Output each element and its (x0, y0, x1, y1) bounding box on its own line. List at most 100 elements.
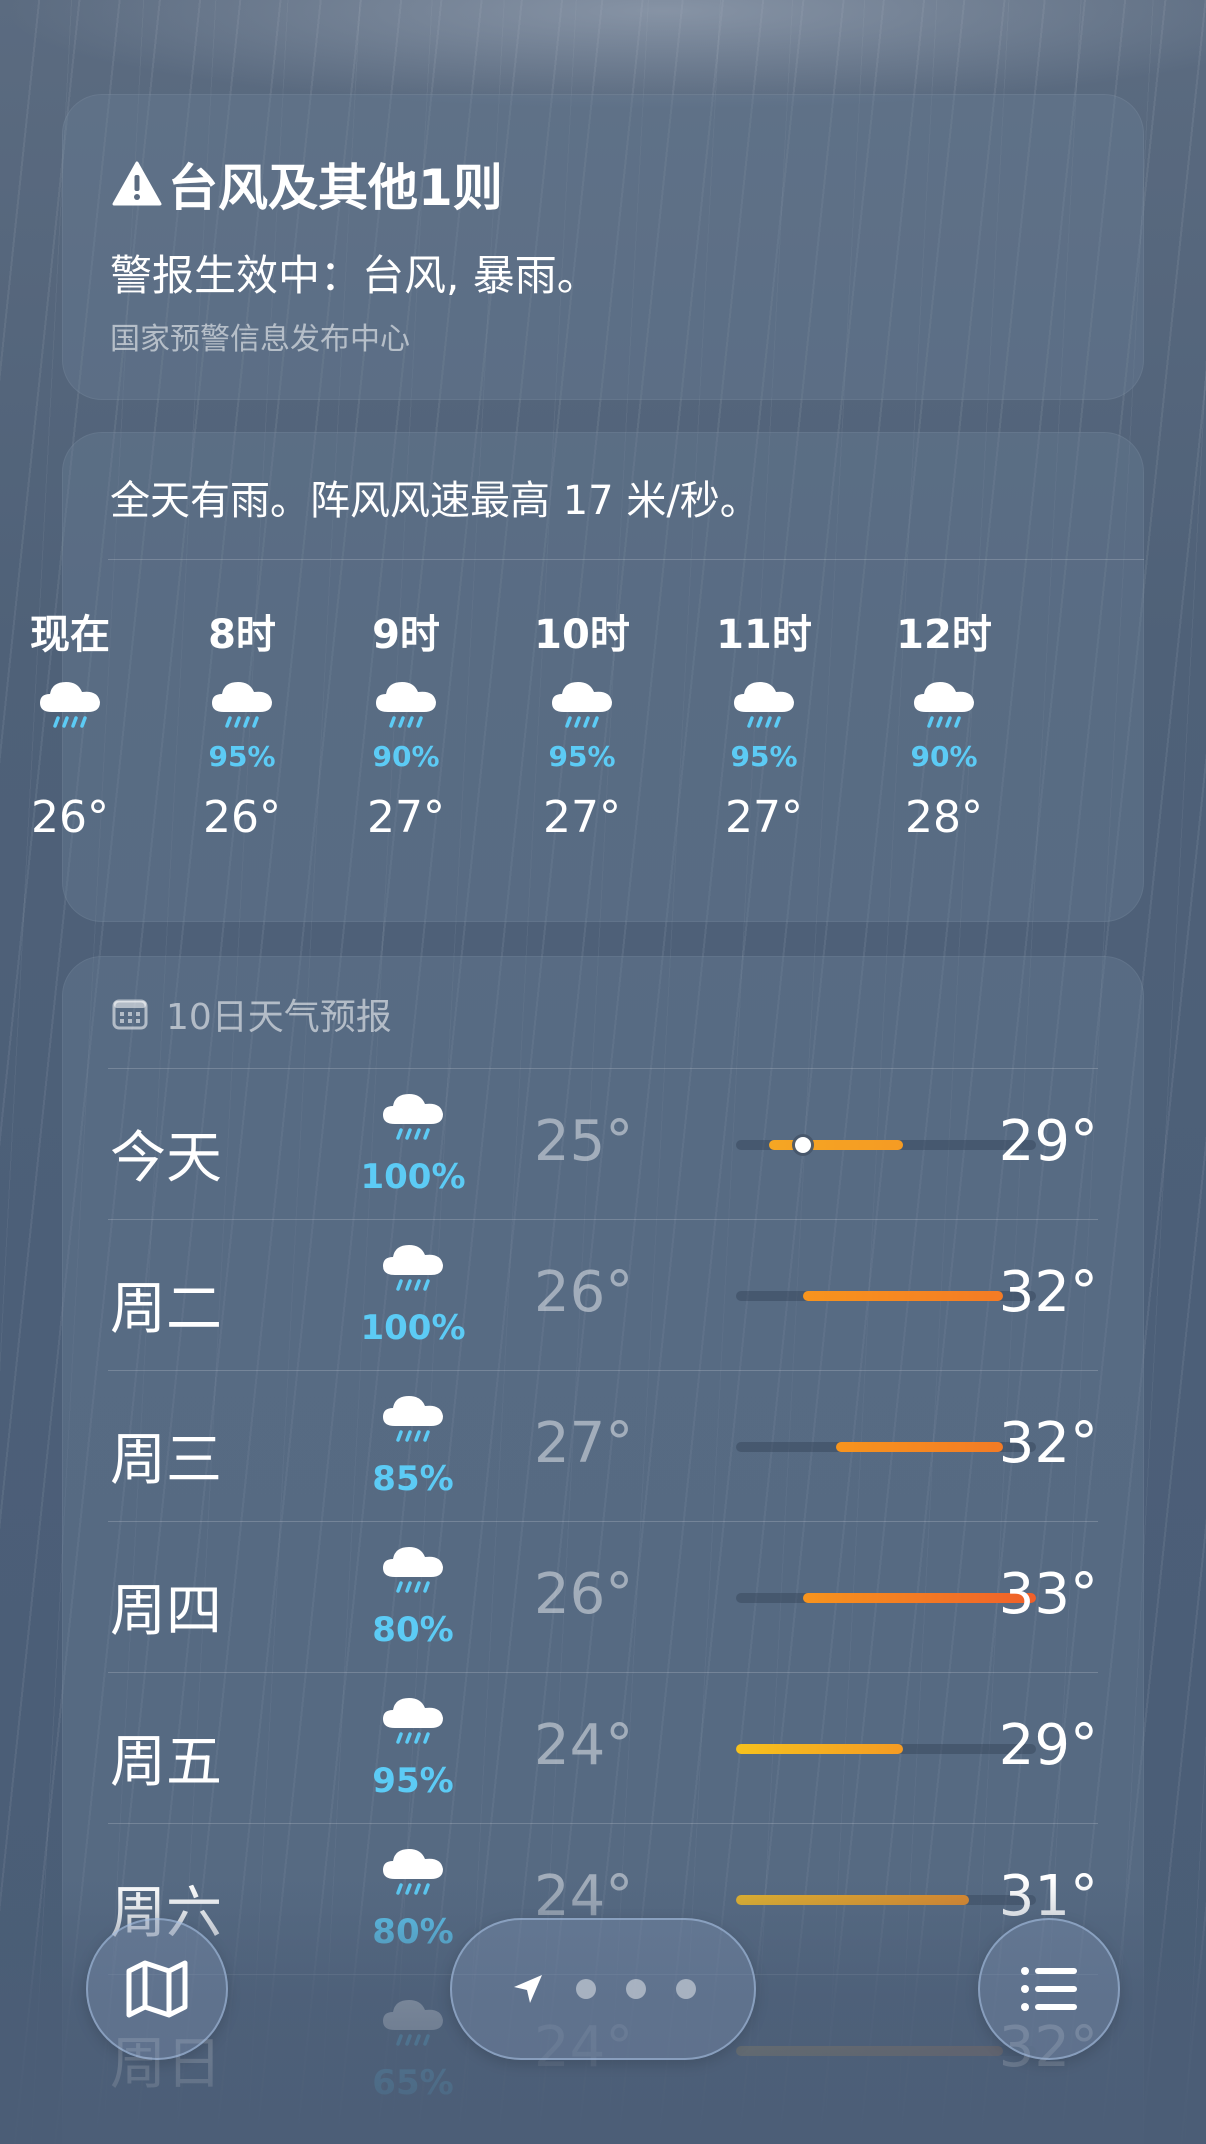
hourly-forecast-card[interactable]: 全天有雨。阵风风速最高 17 米/秒。 现在 26° 8时 95% 26° 9时 (30, 432, 1144, 922)
day-icon-wrap: 95% (348, 1691, 478, 1811)
day-name: 今天 (110, 1126, 222, 1191)
hour-icon-wrap: 90% (326, 678, 486, 778)
location-pager[interactable] (450, 1918, 756, 2060)
hour-icon-wrap: 90% (864, 678, 1024, 778)
current-temp-marker (794, 1137, 811, 1153)
cloud-rain-icon (383, 1396, 443, 1442)
hour-temp: 27° (725, 792, 803, 843)
day-low-temp: 26° (534, 1562, 634, 1627)
day-high-temp: 29° (998, 1109, 1098, 1174)
hour-label: 8时 (208, 612, 276, 658)
day-low-temp: 24° (534, 1713, 634, 1778)
cloud-rain-icon (383, 1698, 443, 1744)
hour-item: 12时 90% 28° (864, 602, 1024, 843)
day-precip: 95% (372, 1761, 454, 1801)
cloud-rain-icon (383, 1245, 443, 1291)
hour-label: 11时 (716, 612, 812, 658)
day-high-temp: 32° (998, 1260, 1098, 1325)
cloud-rain-icon (383, 1547, 443, 1593)
alert-source: 国家预警信息发布中心 (110, 322, 410, 357)
temp-range-bar (736, 1744, 903, 1754)
hour-label: 10时 (534, 612, 630, 658)
page-dot[interactable] (626, 1979, 646, 1999)
cloud-rain-icon (376, 682, 436, 728)
temp-range-track (736, 1744, 1036, 1754)
day-precip: 80% (372, 1610, 454, 1650)
day-precip: 100% (360, 1157, 466, 1197)
day-low-temp: 25° (534, 1109, 634, 1174)
hour-temp: 28° (905, 792, 983, 843)
cloud-rain-icon (40, 682, 100, 728)
severe-weather-alert-card[interactable]: 台风及其他1则 警报生效中：台风, 暴雨。 国家预警信息发布中心 (62, 94, 1144, 400)
hour-precip: 95% (548, 740, 616, 773)
hour-temp: 26° (31, 792, 109, 843)
cloud-rain-icon (552, 682, 612, 728)
cloud-rain-icon (734, 682, 794, 728)
temp-range-bar (769, 1140, 903, 1150)
location-list-button[interactable] (978, 1918, 1120, 2060)
hour-label: 12时 (896, 612, 992, 658)
day-precip: 85% (372, 1459, 454, 1499)
cloud-rain-icon (914, 682, 974, 728)
calendar-icon (112, 999, 148, 1030)
warning-icon (112, 161, 162, 206)
hour-icon-wrap: 95% (684, 678, 844, 778)
page-dot[interactable] (576, 1979, 596, 1999)
hourly-summary: 全天有雨。阵风风速最高 17 米/秒。 (110, 478, 760, 524)
alert-title: 台风及其他1则 (112, 148, 503, 220)
hour-label: 现在 (30, 612, 110, 658)
day-row[interactable]: 周二 100% 26° 32° (108, 1219, 1098, 1371)
day-precip: 100% (360, 1308, 466, 1348)
day-row[interactable]: 周三 85% 27° 32° (108, 1370, 1098, 1522)
day-name: 周三 (110, 1428, 222, 1493)
hour-precip: 90% (910, 740, 978, 773)
day-high-temp: 32° (998, 1411, 1098, 1476)
cloud-rain-icon (383, 1094, 443, 1140)
hour-item: 9时 90% 27° (326, 602, 486, 843)
hour-item: 8时 95% 26° (162, 602, 322, 843)
daily-header: 10日天气预报 (112, 988, 392, 1040)
day-row[interactable]: 周五 95% 24° 29° (108, 1672, 1098, 1824)
hour-precip: 95% (730, 740, 798, 773)
day-name: 周二 (110, 1277, 222, 1342)
map-button[interactable] (86, 1918, 228, 2060)
hour-temp: 27° (543, 792, 621, 843)
day-name: 周四 (110, 1579, 222, 1644)
temp-range-bar (836, 1442, 1003, 1452)
temp-range-track (736, 1137, 1036, 1153)
daily-header-text: 10日天气预报 (166, 997, 392, 1038)
hour-item: 11时 95% 27° (684, 602, 844, 843)
day-icon-wrap: 85% (348, 1389, 478, 1509)
hour-temp: 27° (367, 792, 445, 843)
hour-precip: 95% (208, 740, 276, 773)
cloud-rain-icon (212, 682, 272, 728)
temp-range-bar (802, 1291, 1003, 1301)
hour-icon-wrap: 95% (162, 678, 322, 778)
day-high-temp: 29° (998, 1713, 1098, 1778)
page-dot[interactable] (676, 1979, 696, 1999)
temp-range-track (736, 1442, 1036, 1452)
temp-range-track (736, 1291, 1036, 1301)
alert-title-text: 台风及其他1则 (168, 159, 503, 217)
hour-item: 10时 95% 27° (502, 602, 662, 843)
day-low-temp: 26° (534, 1260, 634, 1325)
day-name: 周五 (110, 1730, 222, 1795)
hour-temp: 26° (203, 792, 281, 843)
hour-icon-wrap (0, 678, 150, 778)
hour-item: 现在 26° (0, 602, 150, 843)
list-icon (1021, 1967, 1077, 2011)
day-icon-wrap: 80% (348, 1540, 478, 1660)
day-icon-wrap: 100% (348, 1238, 478, 1358)
hour-icon-wrap: 95% (502, 678, 662, 778)
day-low-temp: 27° (534, 1411, 634, 1476)
hour-label: 9时 (372, 612, 440, 658)
hour-precip: 90% (372, 740, 440, 773)
map-icon (126, 1960, 188, 2018)
temp-range-track (736, 1593, 1036, 1603)
alert-message: 警报生效中：台风, 暴雨。 (110, 251, 599, 300)
divider (108, 559, 1144, 560)
day-high-temp: 33° (998, 1562, 1098, 1627)
day-row[interactable]: 今天 100% 25° 29° (108, 1068, 1098, 1220)
location-arrow-icon (514, 1975, 542, 2003)
day-row[interactable]: 周四 80% 26° 33° (108, 1521, 1098, 1673)
